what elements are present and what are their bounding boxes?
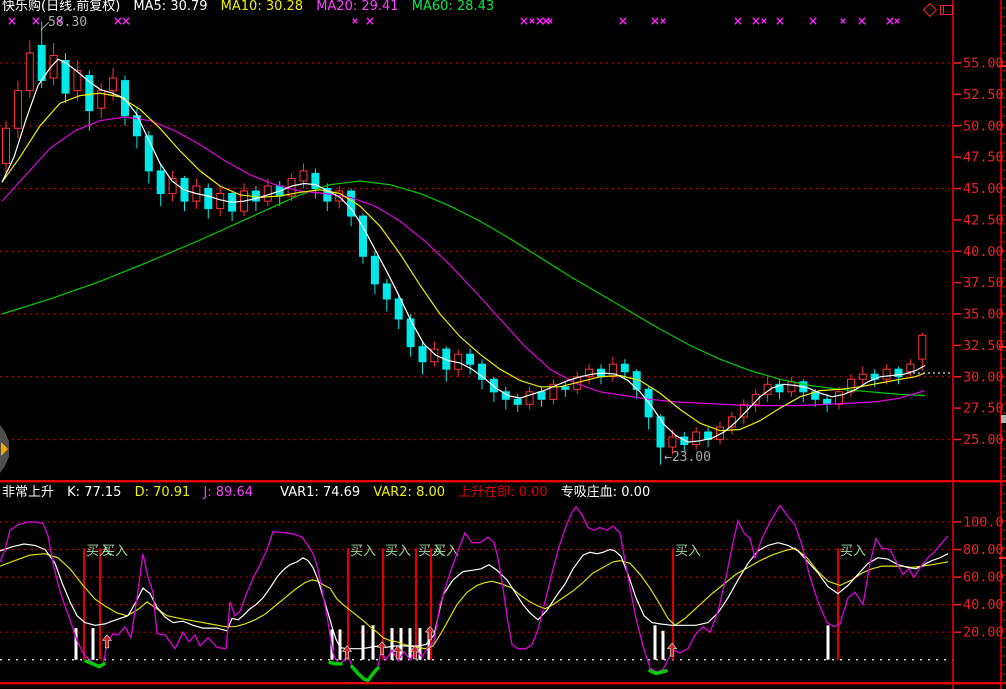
- j-value: J: 89.64: [203, 485, 253, 500]
- ma20-line-group: [2, 117, 925, 406]
- axis-label: 35.00: [963, 307, 1004, 323]
- buy-label: 买入: [433, 544, 459, 559]
- axis-label: 37.50: [963, 275, 1004, 291]
- buy-label: 买入: [385, 544, 411, 559]
- buy-label: 买入: [675, 544, 701, 559]
- var2-value: VAR2: 8.00: [373, 485, 445, 500]
- axis-label: 40.00: [963, 244, 1004, 260]
- sub-axis-labels: 100.0 80.00 60.00 40.00 20.00: [954, 515, 1004, 641]
- restore-window-icon[interactable]: [940, 5, 953, 15]
- buy-signal-lines: [84, 548, 838, 660]
- indicator-name: 非常上升: [2, 485, 54, 500]
- rising-value: 上升在即: 0.00: [458, 485, 547, 500]
- ma10-value: MA10: 30.28: [221, 0, 303, 14]
- green-marks: [86, 661, 666, 680]
- chart-canvas: 买入买入买入买入买入买入买入买入 55.00 52.50 50.00 47.50 45.0…: [0, 0, 1006, 689]
- buy-label: 买入: [350, 544, 376, 559]
- up-arrow-icon: [103, 635, 112, 648]
- right-strip-marker[interactable]: [1001, 415, 1006, 423]
- var1-value: VAR1: 74.69: [280, 485, 360, 500]
- axis-label: 40.00: [963, 597, 1004, 613]
- buy-signal-labels: 买入买入买入买入买入买入买入买入: [86, 544, 866, 559]
- axis-label: 100.0: [963, 515, 1004, 531]
- ma20-value: MA20: 29.41: [316, 0, 398, 14]
- d-value: D: 70.91: [135, 485, 191, 500]
- suck-value: 专吸庄血: 0.00: [561, 485, 650, 500]
- ma60-value: MA60: 28.43: [412, 0, 494, 14]
- low-price-annotation: ←23.00: [664, 450, 711, 465]
- white-bars: [75, 625, 830, 660]
- up-arrow-icon: [668, 643, 677, 656]
- ma60-line-group: [2, 181, 925, 396]
- axis-label: 60.00: [963, 570, 1004, 586]
- ma5-value: MA5: 30.79: [133, 0, 207, 14]
- axis-label: 47.50: [963, 150, 1004, 166]
- j-line-group: [0, 506, 948, 681]
- axis-label: 30.00: [963, 369, 1004, 385]
- peak-price-annotation: 58.30: [48, 15, 87, 30]
- indicator-header: 非常上升 K: 77.15 D: 70.91 J: 89.64 VAR1: 74…: [2, 486, 659, 500]
- axis-label: 80.00: [963, 542, 1004, 558]
- k-value: K: 77.15: [67, 485, 121, 500]
- axis-label: 45.00: [963, 181, 1004, 197]
- up-arrow-icon: [378, 642, 387, 655]
- axis-label: 42.50: [963, 212, 1004, 228]
- up-arrow-icon: [426, 627, 435, 640]
- stock-app-window: 买入买入买入买入买入买入买入买入 55.00 52.50 50.00 47.50 45.0…: [0, 0, 1006, 689]
- axis-label: 50.00: [963, 118, 1004, 134]
- main-axis-labels: 55.00 52.50 50.00 47.50 45.00 42.50 40.00 37.50…: [954, 56, 1004, 449]
- candlesticks: [3, 22, 926, 465]
- stock-title: 快乐购(日线.前复权): [2, 0, 120, 14]
- axis-label: 20.00: [963, 625, 1004, 641]
- sell-x-marks: [9, 18, 899, 24]
- expand-arrow-icon: [1, 442, 8, 456]
- buy-label: 买入: [102, 544, 128, 559]
- axis-label: 25.00: [963, 432, 1004, 448]
- buy-label: 买入: [840, 544, 866, 559]
- j-line: [0, 506, 948, 681]
- ma60-line: [2, 181, 925, 396]
- main-chart-header: 快乐购(日线.前复权) MA5: 30.79 MA10: 30.28 MA20:…: [2, 0, 503, 14]
- ma20-line: [2, 117, 925, 406]
- axis-label: 55.00: [963, 56, 1004, 72]
- axis-label: 52.50: [963, 87, 1004, 103]
- axis-label: 27.50: [963, 401, 1004, 417]
- axis-label: 32.50: [963, 338, 1004, 354]
